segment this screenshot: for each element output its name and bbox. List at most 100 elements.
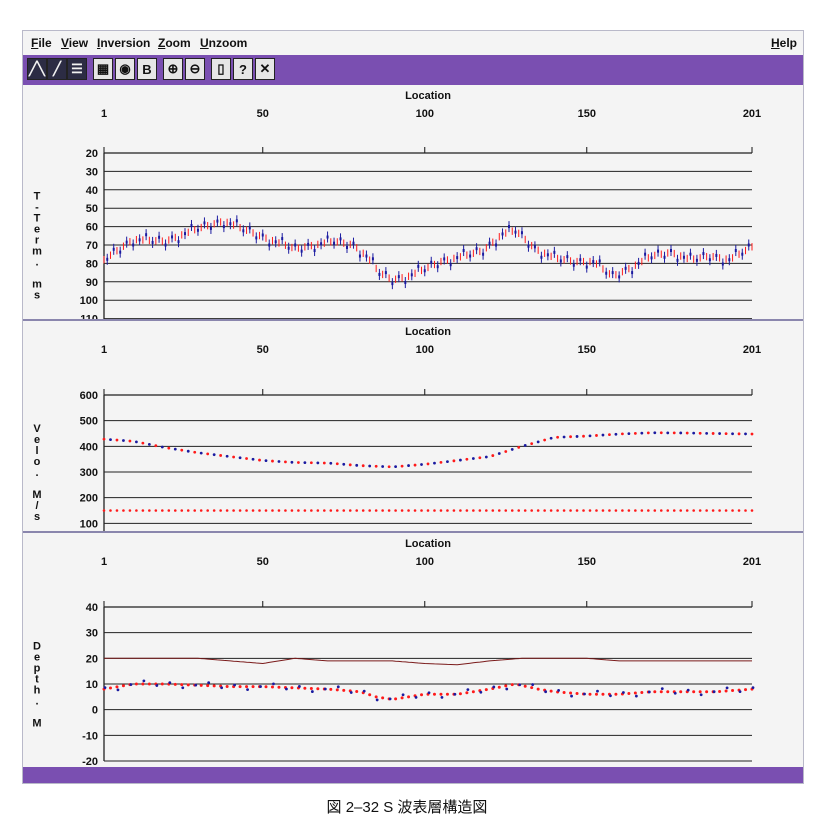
y-tick-label: 20 [86,148,98,160]
observed-point [436,265,439,269]
observed-point [670,249,672,253]
depth-calculated-point [666,690,670,694]
depth-observed-point [609,694,612,698]
velocity-layer2-point [232,455,236,459]
page-icon[interactable]: B [137,58,157,80]
depth-calculated-point [277,685,281,689]
velocity-layer1-point [731,509,734,512]
depth-observed-point [440,695,444,699]
x-tick-label: 1 [101,108,107,120]
velocity-layer2-point [186,449,190,453]
observed-point [132,243,135,247]
depth-observed-point [298,685,301,688]
depth-calculated-point [160,682,164,686]
save-icon[interactable]: ▯ [211,58,231,80]
depth-calculated-point [465,691,469,695]
velocity-layer2-point [685,431,689,435]
depth-calculated-point [562,690,566,694]
x-tick-label: 100 [416,108,434,120]
close-icon[interactable]: ✕ [255,58,275,80]
traveltime-plot-icon[interactable]: ╱╲ [27,58,47,80]
velocity-layer2-point [543,438,547,442]
depth-observed-point [194,683,198,687]
velocity-layer1-point [588,509,592,512]
velocity-layer1-point [238,509,242,512]
menu-help[interactable]: Help [771,36,797,50]
depth-observed-point [479,690,483,694]
observed-point [430,260,433,264]
velocity-layer2-point [258,458,261,462]
layer-plot-icon[interactable]: ☰ [67,58,87,80]
velocity-layer2-point [413,463,417,467]
velocity-layer2-point [277,460,281,463]
velocity-layer1-point [361,509,365,512]
palette-icon[interactable]: ◉ [115,58,135,80]
velocity-layer2-point [420,463,423,466]
velocity-layer2-point [452,459,456,463]
menu-unzoom[interactable]: Unzoom [200,36,247,50]
depth-observed-point [712,690,716,694]
velocity-layer1-point [621,509,624,512]
observed-point [540,255,543,259]
velocity-layer1-point [647,509,650,512]
depth-calculated-point [186,683,190,687]
velocity-layer2-point [368,464,372,468]
velocity-plot-icon[interactable]: ╱ [47,58,67,80]
velocity-layer2-point [303,461,307,465]
help-icon[interactable]: ? [233,58,253,80]
observed-point [423,269,426,273]
x-tick-label: 150 [578,556,596,568]
y-tick-label: 400 [80,441,98,453]
velocity-layer1-point [562,509,566,512]
observed-point [397,275,400,279]
velocity-layer2-point [705,431,709,435]
observed-point [242,229,245,233]
velocity-layer1-point [439,509,443,512]
observed-point [164,243,167,247]
zoom-out-icon[interactable]: ⊖ [185,58,205,80]
velocity-layer1-point [556,509,559,512]
observed-point [624,266,627,270]
velocity-layer2-point [348,463,352,467]
depth-observed-point [323,687,327,691]
velocity-layer1-point [225,509,229,512]
velocity-layer2-point [284,460,287,464]
observed-point [734,249,737,253]
velocity-layer1-point [426,509,430,512]
depth-calculated-point [329,687,333,691]
menu-view[interactable]: View [61,36,88,50]
depth-observed-point [401,693,405,697]
depth-calculated-point [206,684,210,688]
velocity-layer1-point [744,509,747,512]
velocity-layer1-point [167,509,171,512]
velocity-layer2-point [199,451,203,455]
depth-calculated-point [355,689,359,693]
menu-zoom[interactable]: Zoom [158,36,191,50]
menu-file[interactable]: File [31,36,52,50]
app-window: File View Inversion Zoom Unzoom Help ╱╲ … [22,30,804,784]
velocity-layer2-point [510,448,514,451]
depth-observed-point [427,691,431,695]
observed-point [287,246,290,250]
menu-inversion[interactable]: Inversion [97,36,150,50]
depth-calculated-point [471,690,475,694]
depth-calculated-point [212,684,216,688]
observed-point [585,265,588,269]
observed-point [222,225,225,229]
depth-calculated-point [633,691,637,695]
x-tick-label: 50 [257,108,269,120]
observed-point [281,237,284,241]
depth-calculated-point [653,690,657,694]
toolbar: ╱╲ ╱ ☰ ▦ ◉ B ⊕ ⊖ ▯ ? ✕ [23,55,803,85]
velocity-layer2-point [608,433,611,437]
observed-point [171,235,174,239]
velocity-layer2-point [160,445,164,449]
observed-point [637,261,640,265]
velocity-layer2-point [646,431,650,435]
zoom-in-icon[interactable]: ⊕ [163,58,183,80]
observed-point [151,240,154,244]
velocity-layer2-point [536,440,540,444]
table-icon[interactable]: ▦ [93,58,113,80]
velocity-layer2-point [653,431,657,435]
observed-point [728,258,731,262]
